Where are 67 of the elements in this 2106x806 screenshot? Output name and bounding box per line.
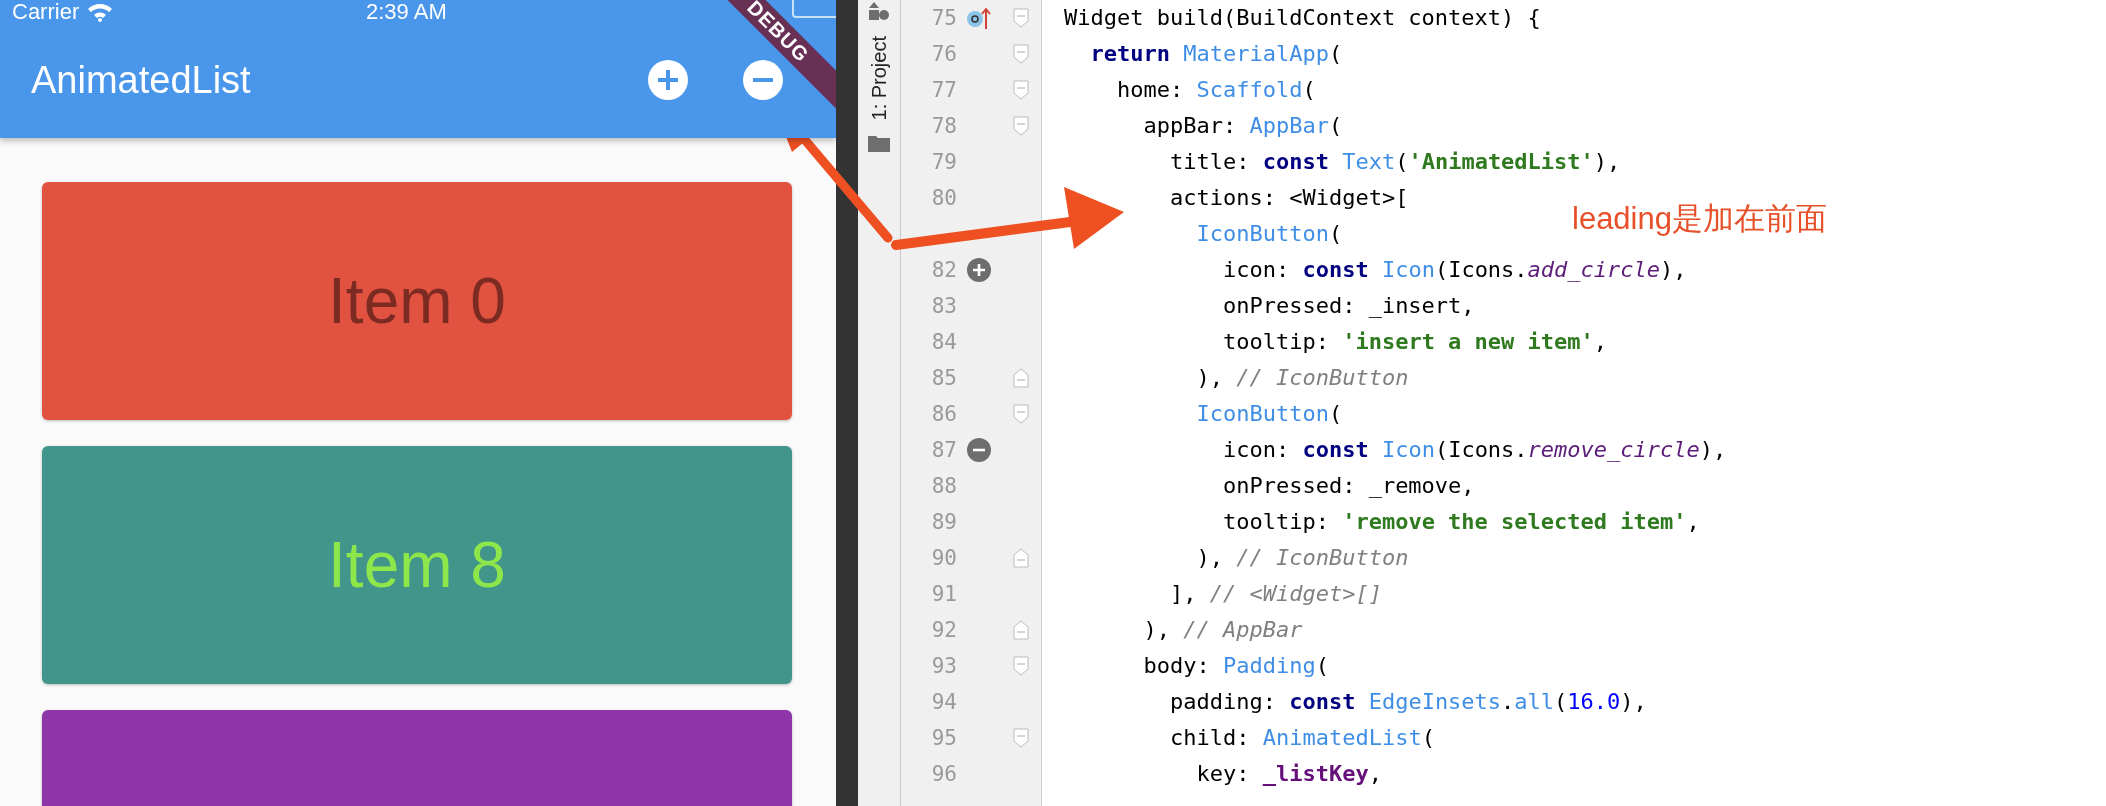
fold-marker-icon[interactable] — [1013, 620, 1029, 640]
line-number: 93 — [931, 654, 957, 678]
line-number: 79 — [931, 150, 957, 174]
line-number: 92 — [931, 618, 957, 642]
code-line: IconButton( — [1195, 220, 1343, 248]
structure-icon[interactable] — [868, 2, 890, 22]
line-number: 95 — [931, 726, 957, 750]
code-line: onPressed: _insert, — [1221, 292, 1475, 320]
folder-icon — [868, 134, 890, 153]
code-line: child: AnimatedList( — [1168, 724, 1435, 752]
code-line: icon: const Icon(Icons.add_circle), — [1221, 256, 1687, 284]
line-number: 75 — [931, 6, 957, 30]
fold-marker-icon[interactable] — [1013, 116, 1029, 136]
code-line: icon: const Icon(Icons.remove_circle), — [1221, 436, 1727, 464]
item-label: Item 8 — [328, 528, 506, 602]
code-line: body: Padding( — [1142, 652, 1329, 680]
wifi-icon — [87, 2, 114, 22]
list-item-card[interactable]: Item 8 — [42, 446, 792, 684]
code-line: ), // IconButton — [1195, 544, 1409, 572]
fold-marker-icon[interactable] — [1013, 728, 1029, 748]
override-marker-icon[interactable] — [966, 5, 992, 31]
line-number: 91 — [931, 582, 957, 606]
code-line: onPressed: _remove, — [1221, 472, 1475, 500]
fold-marker-icon[interactable] — [1013, 548, 1029, 568]
status-time: 2:39 AM — [366, 0, 447, 25]
line-number: 83 — [931, 294, 957, 318]
fold-marker-icon[interactable] — [1013, 656, 1029, 676]
line-number: 94 — [931, 690, 957, 714]
code-line: return MaterialApp( — [1089, 40, 1343, 68]
code-line: tooltip: 'insert a new item', — [1221, 328, 1608, 356]
line-number: 87 — [931, 438, 957, 462]
code-line: key: _listKey, — [1195, 760, 1382, 788]
line-number: 89 — [931, 510, 957, 534]
code-line: appBar: AppBar( — [1142, 112, 1343, 140]
line-number: 86 — [931, 402, 957, 426]
fold-marker-icon[interactable] — [1013, 8, 1029, 28]
line-number: 77 — [931, 78, 957, 102]
add-button[interactable] — [646, 58, 690, 102]
line-number: 82 — [931, 258, 957, 282]
project-tool-tab[interactable]: 1: Project — [867, 36, 891, 121]
line-number: 85 — [931, 366, 957, 390]
annotation-text: leading是加在前面 — [1572, 200, 1827, 238]
carrier-label: Carrier — [12, 0, 80, 25]
line-number: 90 — [931, 546, 957, 570]
app-bar-title: AnimatedList — [31, 58, 252, 102]
line-number: 96 — [931, 762, 957, 786]
line-number: 84 — [931, 330, 957, 354]
code-line: Widget build(BuildContext context) { — [1064, 4, 1541, 32]
fold-marker-icon[interactable] — [1013, 404, 1029, 424]
code-line: title: const Text('AnimatedList'), — [1168, 148, 1621, 176]
line-number: 88 — [931, 474, 957, 498]
item-label: Item 0 — [328, 264, 506, 338]
code-line: actions: <Widget>[ — [1168, 184, 1409, 212]
code-line: ], // <Widget>[] — [1168, 580, 1382, 608]
line-number: 78 — [931, 114, 957, 138]
code-line: ), // IconButton — [1195, 364, 1409, 392]
fold-marker-icon[interactable] — [1013, 80, 1029, 100]
list-item-card[interactable]: Item 0 — [42, 182, 792, 420]
fold-marker-icon[interactable] — [1013, 44, 1029, 64]
line-number: 76 — [931, 42, 957, 66]
code-line: ), // AppBar — [1142, 616, 1303, 644]
line-number: 80 — [931, 186, 957, 210]
code-line: tooltip: 'remove the selected item', — [1221, 508, 1700, 536]
code-line: padding: const EdgeInsets.all(16.0), — [1168, 688, 1647, 716]
code-line: home: Scaffold( — [1115, 76, 1316, 104]
code-line: IconButton( — [1195, 400, 1343, 428]
fold-marker-icon[interactable] — [1013, 368, 1029, 388]
